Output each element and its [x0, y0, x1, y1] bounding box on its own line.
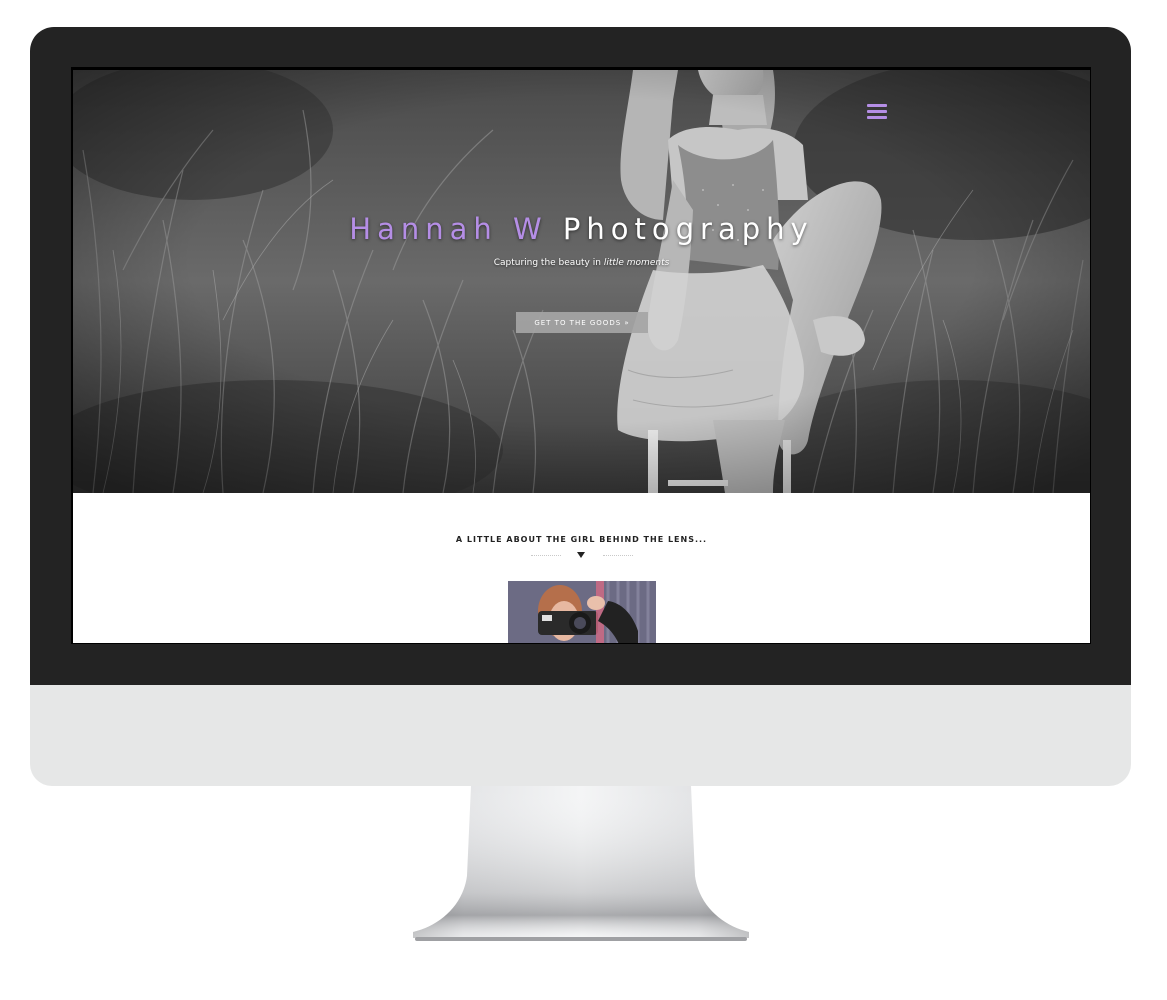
monitor-mockup: Hannah W Photography Capturing the beaut… [0, 0, 1167, 1000]
get-to-the-goods-button[interactable]: GET TO THE GOODS » [516, 312, 648, 333]
about-heading: A LITTLE ABOUT THE GIRL BEHIND THE LENS.… [455, 535, 708, 544]
site-tagline: Capturing the beauty in little moments [73, 258, 1090, 268]
divider-dots-left [531, 555, 561, 556]
chevron-down-icon [577, 552, 585, 558]
site-title-name: Hannah W [349, 212, 548, 246]
site-title: Hannah W Photography [73, 212, 1090, 246]
section-divider [531, 551, 633, 563]
photographer-image [508, 581, 656, 643]
screen: Hannah W Photography Capturing the beaut… [71, 67, 1091, 644]
hamburger-menu-icon[interactable] [867, 104, 887, 120]
site-title-word: Photography [562, 212, 814, 246]
tagline-emphasis: little moments [603, 258, 670, 268]
about-section: A LITTLE ABOUT THE GIRL BEHIND THE LENS.… [73, 493, 1090, 643]
divider-dots-right [603, 555, 633, 556]
tagline-prefix: Capturing the beauty in [493, 258, 601, 268]
hero-section: Hannah W Photography Capturing the beaut… [73, 70, 1090, 493]
monitor-stand [413, 786, 749, 941]
monitor-chin [30, 685, 1131, 786]
hero-photo [73, 70, 1090, 493]
about-photo [508, 581, 656, 643]
